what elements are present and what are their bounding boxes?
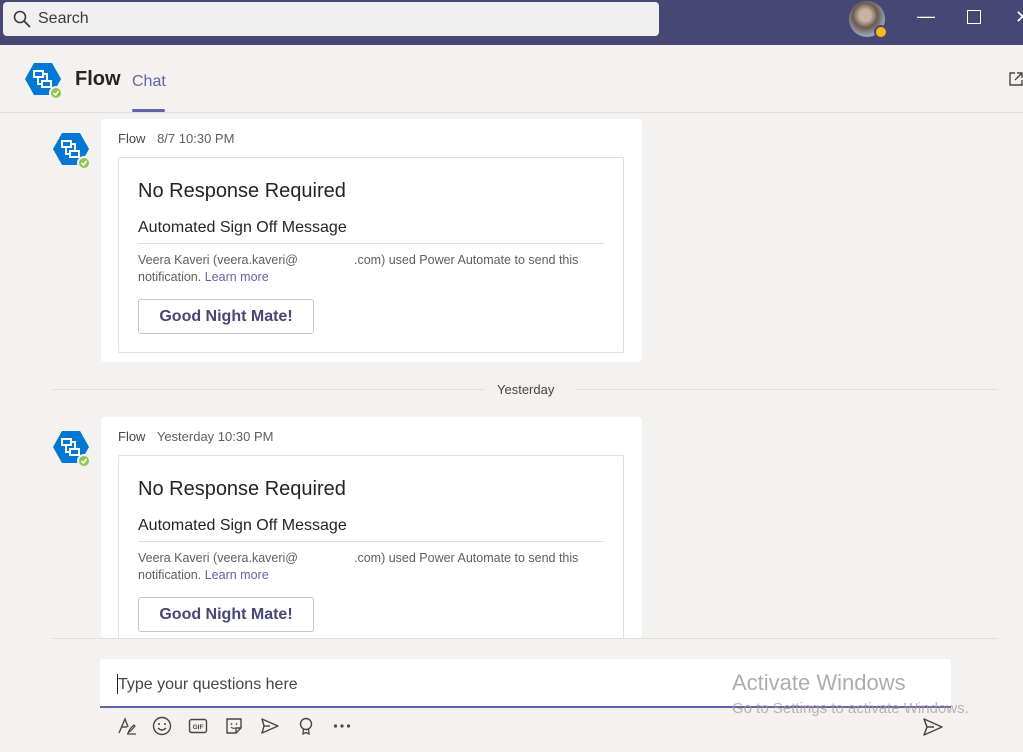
search-box[interactable]: Search <box>3 2 659 36</box>
card-divider <box>138 541 604 542</box>
card-title: No Response Required <box>138 180 346 202</box>
message-sender: Flow <box>118 429 146 444</box>
message-bubble: Flow 8/7 10:30 PM No Response Required A… <box>101 119 642 362</box>
sticker-icon[interactable] <box>224 716 244 736</box>
away-status-icon <box>874 25 888 39</box>
gif-icon[interactable]: GIF <box>188 716 208 736</box>
more-options-icon[interactable] <box>332 716 352 736</box>
flow-bot-icon <box>25 63 63 100</box>
tab-active-indicator <box>132 109 165 112</box>
card-notice: Veera Kaveri (veera.kaveri@ .com) used Po… <box>138 252 604 286</box>
message-time: 8/7 10:30 PM <box>157 131 235 146</box>
learn-more-link[interactable]: Learn more <box>205 568 269 582</box>
notice-prefix: Veera Kaveri (veera.kaveri@ <box>138 253 298 267</box>
card-notice: Veera Kaveri (veera.kaveri@ .com) used Po… <box>138 550 604 584</box>
praise-icon[interactable] <box>296 716 316 736</box>
card-subtitle: Automated Sign Off Message <box>138 219 347 236</box>
chat-header: Flow Chat <box>0 45 1023 113</box>
user-avatar[interactable] <box>849 1 888 39</box>
adaptive-card: No Response Required Automated Sign Off … <box>118 455 624 638</box>
activation-watermark-subtitle: Go to Settings to activate Windows. <box>732 700 969 717</box>
message-sender: Flow <box>118 131 146 146</box>
good-night-button[interactable]: Good Night Mate! <box>138 299 314 334</box>
title-bar: Search — ✕ <box>0 0 1023 45</box>
send-icon[interactable] <box>922 717 944 737</box>
message-meta: Flow 8/7 10:30 PM <box>118 131 234 146</box>
adaptive-card: No Response Required Automated Sign Off … <box>118 157 624 353</box>
emoji-icon[interactable] <box>152 716 172 736</box>
card-title: No Response Required <box>138 478 346 500</box>
message-meta: Flow Yesterday 10:30 PM <box>118 429 273 444</box>
day-divider-line <box>52 389 485 390</box>
flow-bot-icon <box>53 133 91 170</box>
notice-prefix: Veera Kaveri (veera.kaveri@ <box>138 551 298 565</box>
flow-bot-icon <box>53 431 91 468</box>
activation-watermark-title: Activate Windows <box>732 670 906 695</box>
compose-placeholder: Type your questions here <box>118 676 298 693</box>
message-bubble: Flow Yesterday 10:30 PM No Response Requ… <box>101 417 642 638</box>
message-time: Yesterday 10:30 PM <box>156 429 274 444</box>
search-icon <box>13 10 31 28</box>
chat-title: Flow <box>75 68 121 90</box>
close-icon[interactable]: ✕ <box>1015 7 1023 27</box>
format-icon[interactable] <box>117 716 137 736</box>
popout-icon[interactable] <box>1008 71 1023 87</box>
learn-more-link[interactable]: Learn more <box>205 270 269 284</box>
schedule-send-icon[interactable] <box>260 716 280 736</box>
maximize-icon[interactable] <box>967 10 981 24</box>
day-divider-line <box>575 389 998 390</box>
card-divider <box>138 243 604 244</box>
card-subtitle: Automated Sign Off Message <box>138 517 347 534</box>
search-label: Search <box>38 10 89 27</box>
good-night-button[interactable]: Good Night Mate! <box>138 597 314 632</box>
tab-chat[interactable]: Chat <box>132 73 166 91</box>
compose-separator <box>52 638 998 639</box>
svg-text:GIF: GIF <box>193 724 204 731</box>
day-divider-label: Yesterday <box>497 382 555 397</box>
minimize-icon[interactable]: — <box>917 6 935 26</box>
